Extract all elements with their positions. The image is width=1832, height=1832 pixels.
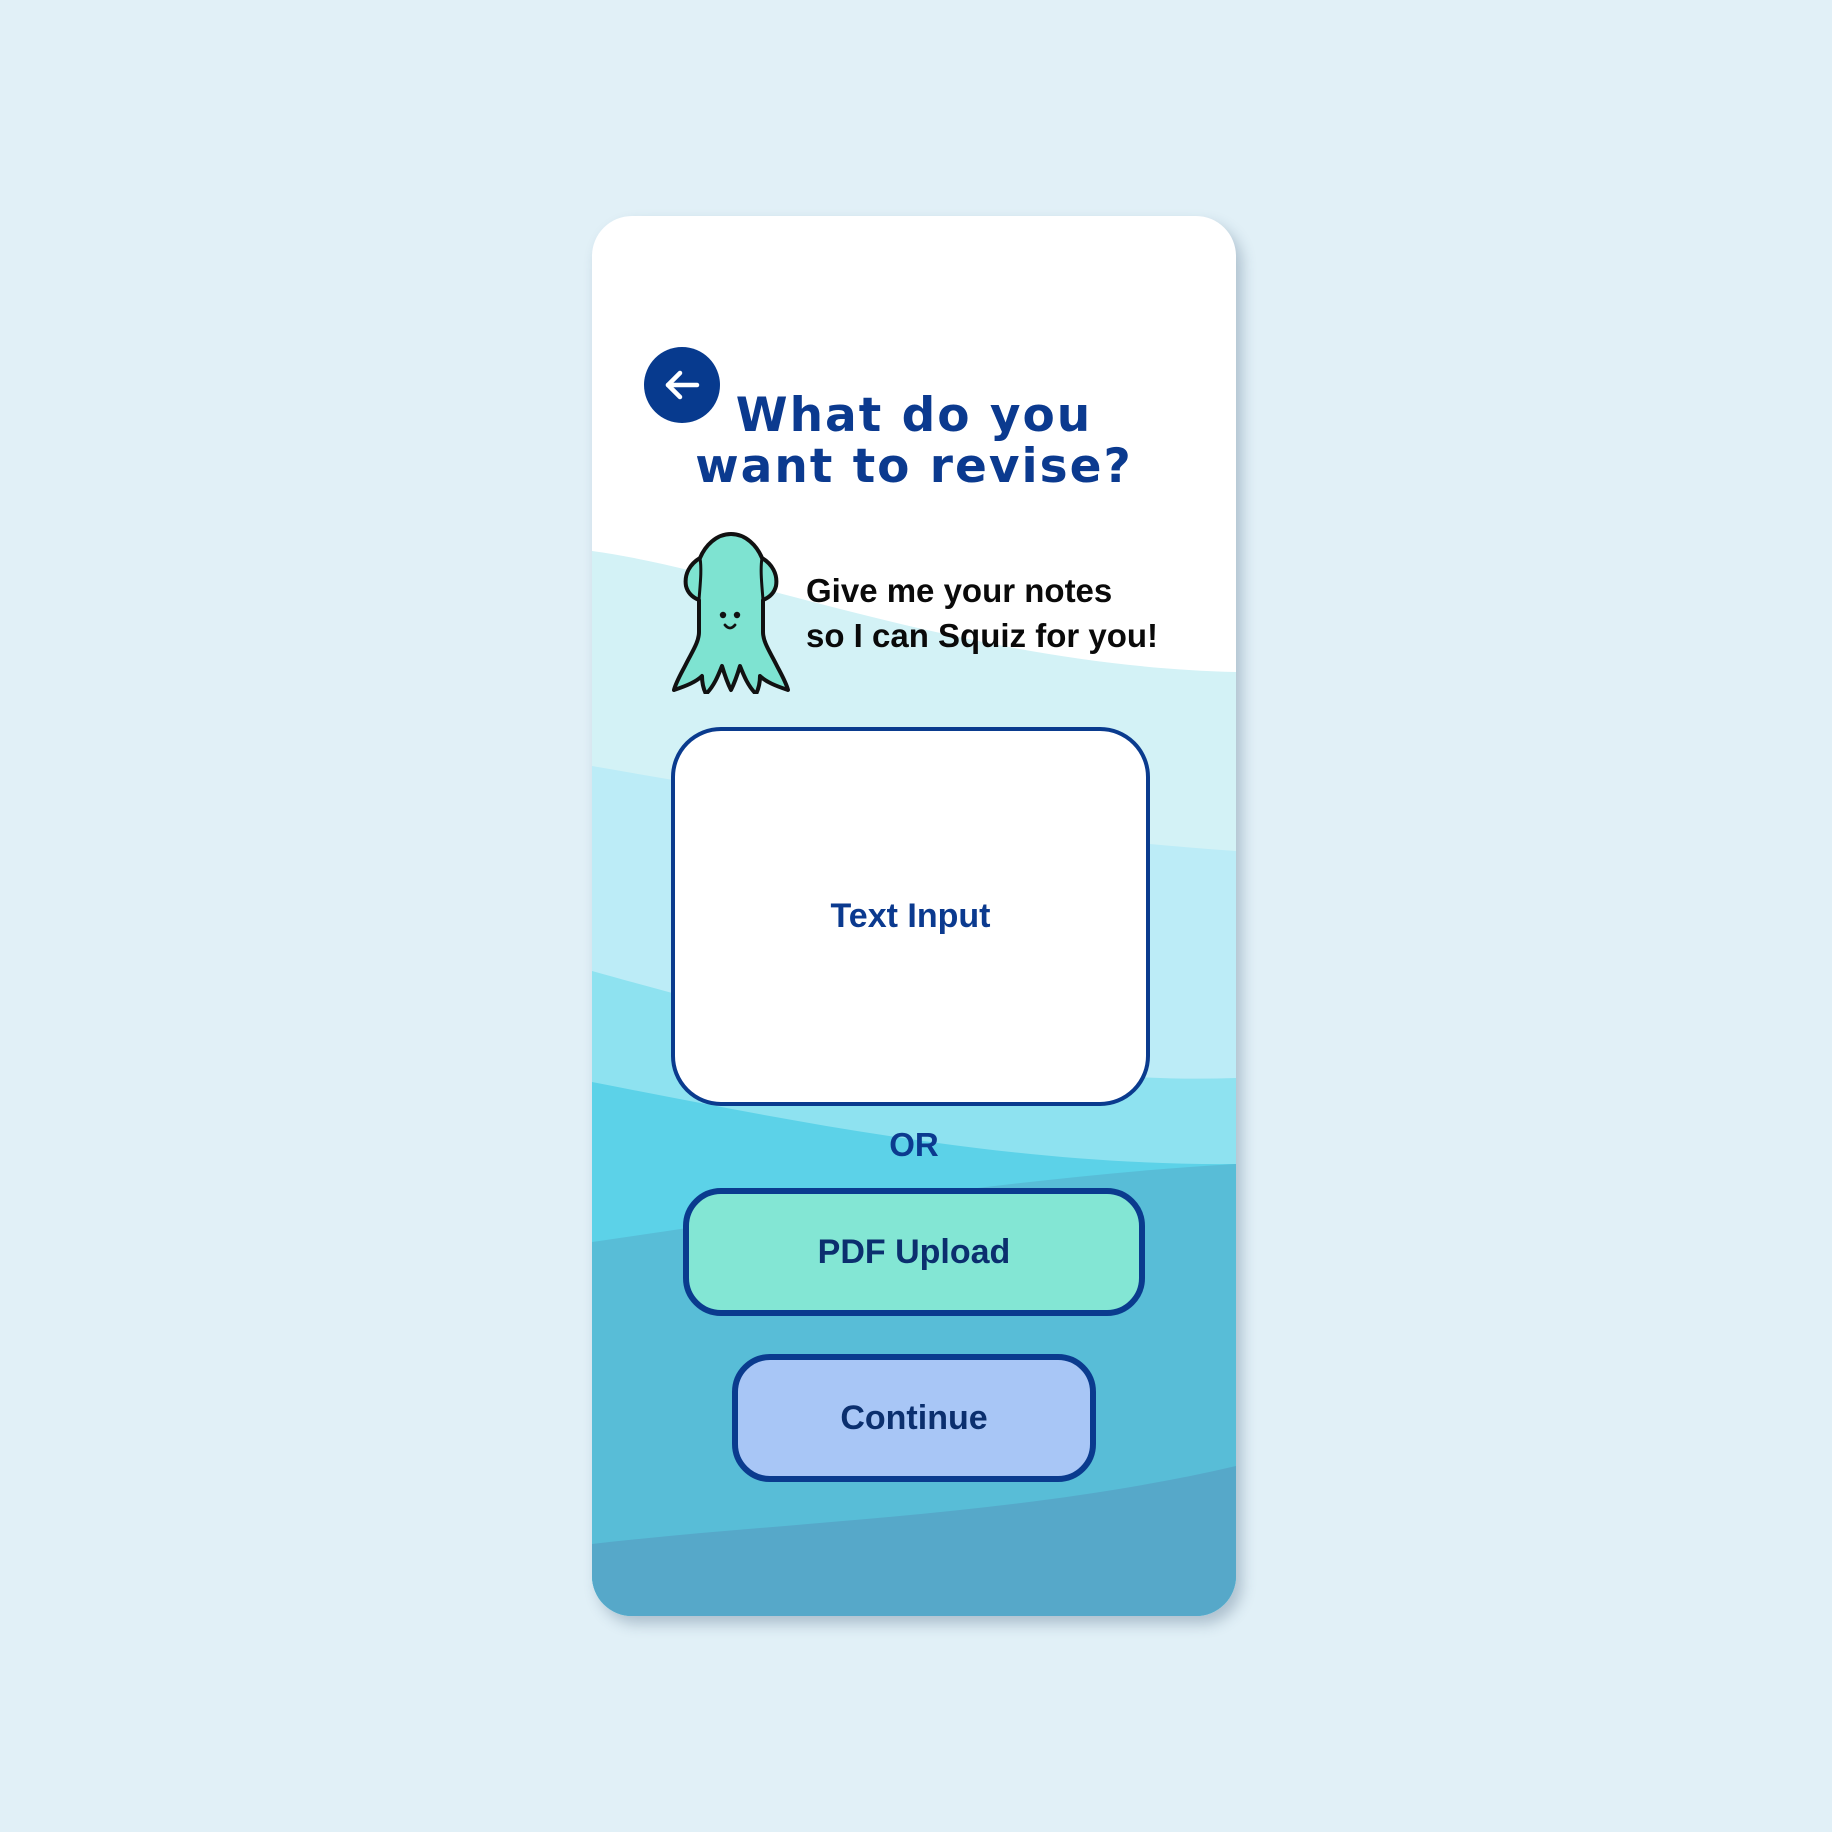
continue-button[interactable]: Continue (732, 1354, 1096, 1482)
pdf-upload-button[interactable]: PDF Upload (683, 1188, 1145, 1316)
app-screen: What do you want to revise? Give me your… (592, 216, 1236, 1616)
pdf-upload-label: PDF Upload (817, 1232, 1011, 1271)
speech-line-2: so I can Squiz for you! (806, 617, 1159, 654)
page-title: What do you want to revise? (672, 390, 1156, 492)
continue-label: Continue (840, 1398, 988, 1437)
title-line-2: want to revise? (695, 439, 1133, 494)
text-input-label: Text Input (830, 897, 991, 935)
text-input-box[interactable]: Text Input (671, 727, 1150, 1106)
or-divider-label: OR (889, 1126, 939, 1163)
speech-line-1: Give me your notes (806, 572, 1113, 609)
mascot-speech-text: Give me your notes so I can Squiz for yo… (806, 568, 1226, 658)
squid-mascot-icon (672, 532, 790, 694)
title-line-1: What do you (735, 388, 1093, 443)
